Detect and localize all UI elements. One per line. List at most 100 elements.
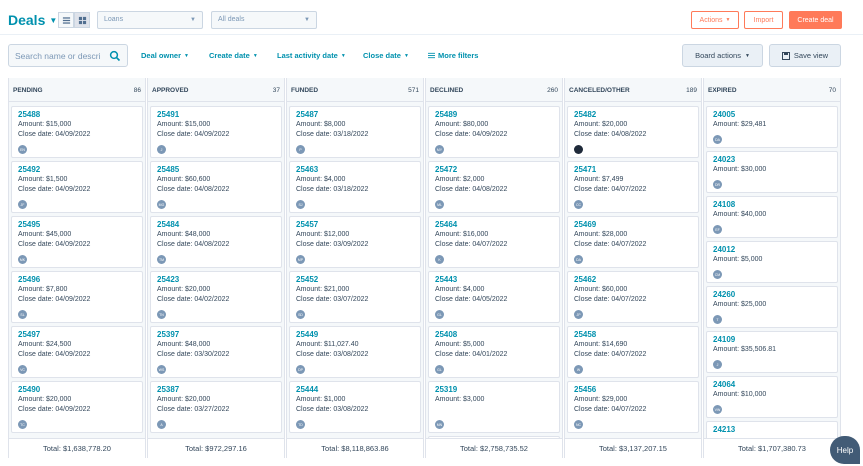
- card-list[interactable]: 24005 Amount: $29,481 DA 24023 Amount: $30,0…: [704, 106, 840, 438]
- save-view-button[interactable]: Save view: [769, 44, 841, 67]
- deal-id-link[interactable]: 25449: [296, 330, 414, 340]
- deal-card[interactable]: 25397 Amount: $48,000 Close date: 03/30/20…: [150, 326, 282, 378]
- deal-card[interactable]: 24213: [706, 421, 838, 438]
- import-button[interactable]: Import: [744, 11, 783, 29]
- column-header[interactable]: DECLINED 260: [426, 78, 562, 102]
- pipeline-select[interactable]: Loans ▼: [97, 11, 203, 29]
- deal-card[interactable]: 24012 Amount: $5,000 CM: [706, 241, 838, 283]
- deal-card[interactable]: 25497 Amount: $24,500 Close date: 04/09/20…: [11, 326, 143, 378]
- deal-card[interactable]: 25456 Amount: $29,000 Close date: 04/07/20…: [567, 381, 699, 433]
- deal-card[interactable]: 24109 Amount: $35,506.81 J: [706, 331, 838, 373]
- owner-avatar[interactable]: NC: [574, 420, 583, 429]
- deal-id-link[interactable]: 25463: [296, 165, 414, 175]
- card-list[interactable]: 25487 Amount: $8,000 Close date: 03/18/202…: [287, 106, 423, 438]
- deal-id-link[interactable]: 25469: [574, 220, 692, 230]
- owner-avatar[interactable]: VW: [713, 405, 722, 414]
- actions-button[interactable]: Actions ▼: [691, 11, 739, 29]
- deal-id-link[interactable]: 25462: [574, 275, 692, 285]
- deal-card[interactable]: 25492 Amount: $1,500 Close date: 04/09/202…: [11, 161, 143, 213]
- deal-id-link[interactable]: 25491: [157, 110, 275, 120]
- deal-id-link[interactable]: 24064: [713, 380, 831, 390]
- deal-id-link[interactable]: 25408: [435, 330, 553, 340]
- deal-card[interactable]: 25457 Amount: $12,000 Close date: 03/09/20…: [289, 216, 421, 268]
- deal-id-link[interactable]: 24108: [713, 200, 831, 210]
- board-view-button[interactable]: [74, 12, 90, 28]
- deal-card[interactable]: 25496 Amount: $7,800 Close date: 04/09/202…: [11, 271, 143, 323]
- deal-card[interactable]: 25443 Amount: $4,000 Close date: 04/05/202…: [428, 271, 560, 323]
- column-header[interactable]: CANCELED/OTHER 189: [565, 78, 701, 102]
- search-icon[interactable]: [109, 50, 121, 62]
- deal-id-link[interactable]: 25485: [157, 165, 275, 175]
- owner-avatar[interactable]: SJ: [296, 200, 305, 209]
- owner-avatar[interactable]: W: [574, 365, 583, 374]
- deal-id-link[interactable]: 25397: [157, 330, 275, 340]
- owner-avatar[interactable]: VC: [18, 365, 27, 374]
- column-header[interactable]: APPROVED 37: [148, 78, 284, 102]
- deal-card[interactable]: 25485 Amount: $60,600 Close date: 04/08/20…: [150, 161, 282, 213]
- deal-id-link[interactable]: 25464: [435, 220, 553, 230]
- deal-id-link[interactable]: 25444: [296, 385, 414, 395]
- owner-avatar[interactable]: GL: [435, 365, 444, 374]
- deal-card[interactable]: 25449 Amount: $11,027.40 Close date: 03/08…: [289, 326, 421, 378]
- deal-id-link[interactable]: 25458: [574, 330, 692, 340]
- deal-card[interactable]: 25469 Amount: $28,000 Close date: 04/07/20…: [567, 216, 699, 268]
- deal-id-link[interactable]: 24260: [713, 290, 831, 300]
- deal-card[interactable]: 25495 Amount: $45,000 Close date: 04/09/20…: [11, 216, 143, 268]
- deal-id-link[interactable]: 25423: [157, 275, 275, 285]
- deal-id-link[interactable]: 25492: [18, 165, 136, 175]
- owner-avatar[interactable]: EN: [18, 145, 27, 154]
- owner-avatar[interactable]: JF: [18, 200, 27, 209]
- deal-id-link[interactable]: 24005: [713, 110, 831, 120]
- owner-avatar[interactable]: TN: [157, 310, 166, 319]
- create-deal-button[interactable]: Create deal: [789, 11, 842, 29]
- deal-card[interactable]: 25463 Amount: $4,000 Close date: 03/18/202…: [289, 161, 421, 213]
- owner-avatar[interactable]: [574, 145, 583, 154]
- deal-card[interactable]: 25444 Amount: $1,000 Close date: 03/08/202…: [289, 381, 421, 433]
- deal-id-link[interactable]: 25484: [157, 220, 275, 230]
- deal-id-link[interactable]: 25472: [435, 165, 553, 175]
- column-header[interactable]: EXPIRED 70: [704, 78, 840, 102]
- deal-id-link[interactable]: 25488: [18, 110, 136, 120]
- owner-avatar[interactable]: MK: [18, 255, 27, 264]
- deal-card[interactable]: 25482 Amount: $20,000 Close date: 04/08/20…: [567, 106, 699, 158]
- owner-avatar[interactable]: DA: [713, 135, 722, 144]
- owner-avatar[interactable]: TD: [296, 420, 305, 429]
- deal-card[interactable]: 25452 Amount: $21,000 Close date: 03/07/20…: [289, 271, 421, 323]
- deal-card[interactable]: 24108 Amount: $40,000 EF: [706, 196, 838, 238]
- owner-avatar[interactable]: MN: [435, 420, 444, 429]
- deal-id-link[interactable]: 24109: [713, 335, 831, 345]
- deal-card[interactable]: 25319 Amount: $3,000 MN: [428, 381, 560, 433]
- deal-id-link[interactable]: 25457: [296, 220, 414, 230]
- search-input[interactable]: [15, 49, 107, 63]
- deal-card[interactable]: 25458 Amount: $14,690 Close date: 04/07/20…: [567, 326, 699, 378]
- deals-title-dropdown[interactable]: Deals ▼: [8, 12, 57, 28]
- deal-card[interactable]: 25462 Amount: $60,000 Close date: 04/07/20…: [567, 271, 699, 323]
- card-list[interactable]: 25488 Amount: $15,000 Close date: 04/09/20…: [9, 106, 145, 438]
- deal-id-link[interactable]: 24213: [713, 425, 831, 435]
- owner-avatar[interactable]: WS: [157, 365, 166, 374]
- deal-card[interactable]: 25488 Amount: $15,000 Close date: 04/09/20…: [11, 106, 143, 158]
- owner-avatar[interactable]: EF: [713, 225, 722, 234]
- deal-card[interactable]: 25489 Amount: $80,000 Close date: 04/09/20…: [428, 106, 560, 158]
- help-button[interactable]: Help: [830, 436, 860, 464]
- deal-id-link[interactable]: 25387: [157, 385, 275, 395]
- owner-avatar[interactable]: K: [435, 255, 444, 264]
- card-list[interactable]: 25491 Amount: $15,000 Close date: 04/09/20…: [148, 106, 284, 438]
- deal-id-link[interactable]: 25482: [574, 110, 692, 120]
- deal-id-link[interactable]: 25497: [18, 330, 136, 340]
- owner-avatar[interactable]: MY: [435, 145, 444, 154]
- owner-avatar[interactable]: SL: [18, 310, 27, 319]
- owner-avatar[interactable]: A: [157, 420, 166, 429]
- owner-avatar[interactable]: DA: [574, 255, 583, 264]
- last-activity-date-filter[interactable]: Last activity date ▼: [277, 51, 346, 60]
- deal-id-link[interactable]: 25495: [18, 220, 136, 230]
- deal-card[interactable]: 24260 Amount: $25,000 T: [706, 286, 838, 328]
- owner-avatar[interactable]: P: [296, 145, 305, 154]
- deal-card[interactable]: 25487 Amount: $8,000 Close date: 03/18/202…: [289, 106, 421, 158]
- deal-card[interactable]: 25408 Amount: $5,000 Close date: 04/01/202…: [428, 326, 560, 378]
- deal-card[interactable]: 25423 Amount: $20,000 Close date: 04/02/20…: [150, 271, 282, 323]
- card-list[interactable]: 25489 Amount: $80,000 Close date: 04/09/20…: [426, 106, 562, 438]
- owner-avatar[interactable]: CC: [574, 200, 583, 209]
- deal-card[interactable]: 24005 Amount: $29,481 DA: [706, 106, 838, 148]
- deal-id-link[interactable]: 24023: [713, 155, 831, 165]
